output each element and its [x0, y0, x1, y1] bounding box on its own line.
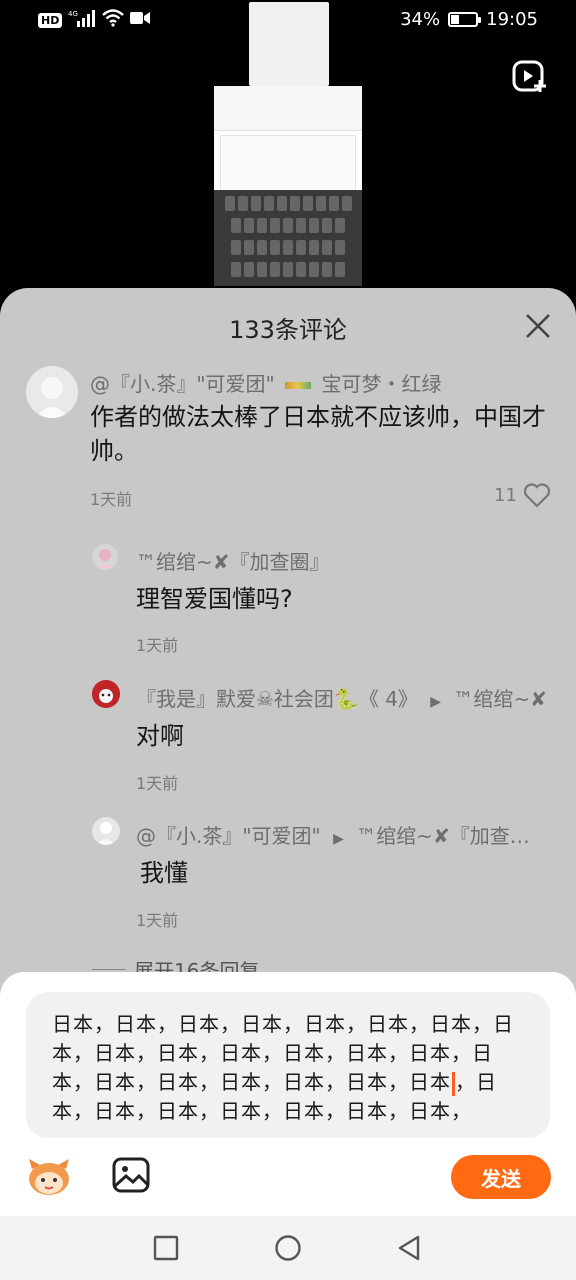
- image-icon[interactable]: [112, 1157, 150, 1193]
- video-keyboard: [214, 190, 362, 286]
- nav-back-icon[interactable]: [396, 1234, 424, 1262]
- avatar[interactable]: [92, 680, 120, 708]
- reply-text: 理智爱国懂吗?: [136, 585, 293, 613]
- comment-username[interactable]: @『小.茶』"可爱团" 宝可梦・红绿: [90, 368, 441, 397]
- video-preview[interactable]: [0, 0, 576, 300]
- reply-time: 1天前: [136, 774, 179, 793]
- reply-text: 对啊: [136, 722, 184, 750]
- like-button[interactable]: 11: [494, 482, 551, 508]
- like-count: 11: [494, 484, 517, 506]
- comment-input-text[interactable]: 日本，日本，日本，日本，日本，日本，日本，日本，日本，日本，日本，日本，日本，日…: [52, 1010, 522, 1126]
- avatar[interactable]: [92, 544, 118, 570]
- reply-arrow-icon: ▶: [333, 831, 344, 847]
- avatar[interactable]: [26, 366, 78, 418]
- reply-text: 我懂: [140, 859, 188, 887]
- comment-time: 1天前: [90, 490, 133, 509]
- reply-username[interactable]: ™绾绾~✘『加查圈』: [136, 546, 330, 575]
- reply-time: 1天前: [136, 911, 179, 930]
- reply-time: 1天前: [136, 636, 179, 655]
- screen-record-icon[interactable]: [512, 60, 548, 94]
- heart-icon: [523, 483, 550, 508]
- emoji-mascot-icon[interactable]: [26, 1157, 72, 1197]
- close-icon[interactable]: [524, 312, 552, 340]
- reply-username[interactable]: @『小.茶』"可爱团" ▶ ™绾绾~✘『加查…: [136, 820, 546, 849]
- nav-home-icon[interactable]: [274, 1234, 302, 1262]
- video-frame-top: [249, 2, 329, 86]
- comment-text: 作者的做法太棒了日本就不应该帅，中国才帅。: [90, 403, 546, 465]
- reply-arrow-icon: ▶: [430, 694, 442, 710]
- pokemon-badge-icon: [285, 382, 312, 389]
- send-button[interactable]: 发送: [451, 1155, 551, 1199]
- system-nav-bar: [0, 1216, 576, 1280]
- nav-square-icon[interactable]: [152, 1234, 180, 1262]
- comments-title: 133条评论: [229, 316, 347, 344]
- video-frame-main: [214, 86, 362, 286]
- reply-username[interactable]: 『我是』默爱☠社会团🐍《 4》 ▶ ™绾绾~✘: [136, 683, 547, 712]
- avatar[interactable]: [92, 817, 120, 845]
- comment-input[interactable]: 日本，日本，日本，日本，日本，日本，日本，日本，日本，日本，日本，日本，日本，日…: [26, 992, 550, 1138]
- comment-input-panel: 日本，日本，日本，日本，日本，日本，日本，日本，日本，日本，日本，日本，日本，日…: [0, 972, 576, 1216]
